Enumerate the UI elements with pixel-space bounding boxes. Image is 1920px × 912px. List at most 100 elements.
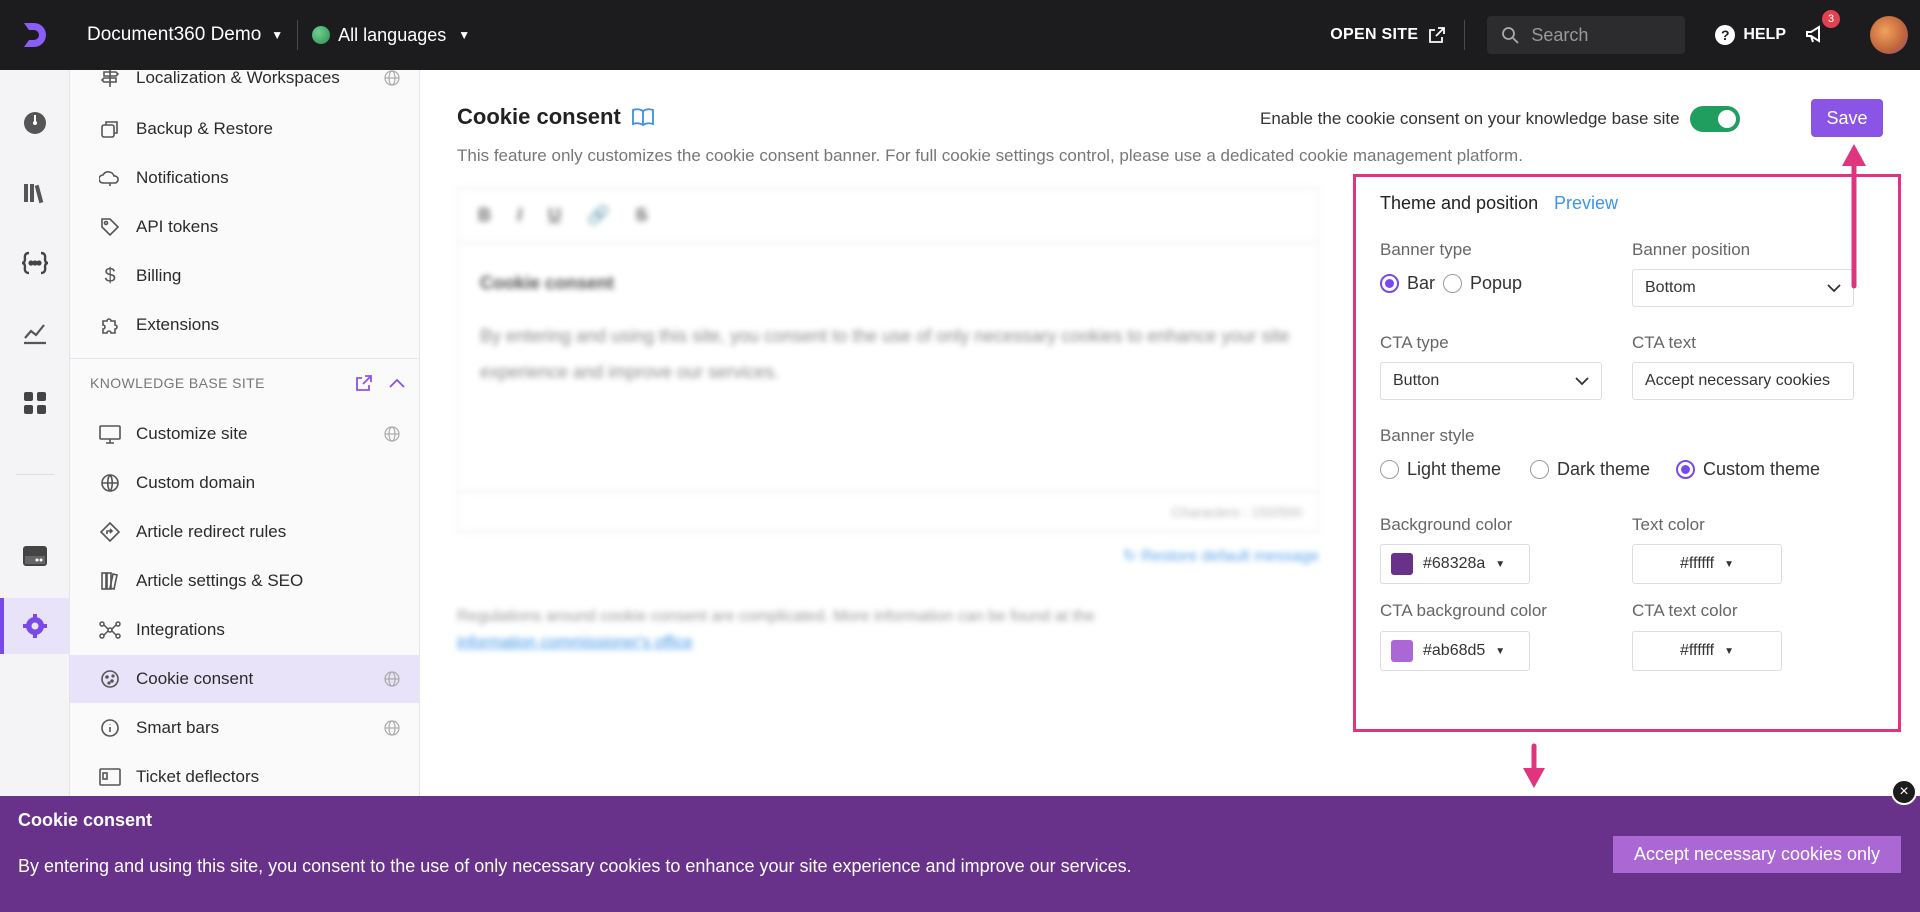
character-count: Characters : 150/500 xyxy=(457,492,1319,532)
background-color-label: Background color xyxy=(1380,515,1513,534)
sidebar-item-article-redirect-rules[interactable]: Article redirect rules xyxy=(70,508,419,556)
sidebar-item-cookie-consent[interactable]: Cookie consent xyxy=(70,655,419,703)
radio-dark-theme-control[interactable] xyxy=(1530,460,1549,479)
sidebar-item-extensions[interactable]: Extensions xyxy=(70,301,419,349)
enable-toggle[interactable] xyxy=(1689,106,1740,132)
cta-text-input[interactable]: Accept necessary cookies xyxy=(1632,362,1854,400)
radio-light-theme-control[interactable] xyxy=(1380,460,1399,479)
radio-custom-theme[interactable]: Custom theme xyxy=(1676,459,1820,480)
sidebar-item-label: Custom domain xyxy=(136,473,256,492)
page-subtitle: This feature only customizes the cookie … xyxy=(457,146,1523,165)
close-icon[interactable]: × xyxy=(1891,779,1917,805)
sidebar-item-custom-domain[interactable]: Custom domain xyxy=(70,459,419,507)
cta-bg-color-value: #ab68d5 xyxy=(1423,642,1486,659)
document360-logo-icon[interactable] xyxy=(0,0,70,70)
chevron-up-icon[interactable] xyxy=(389,378,405,388)
sidebar-item-billing[interactable]: $ Billing xyxy=(70,252,419,300)
help-icon: ? xyxy=(1715,25,1736,45)
regulations-text: Regulations around cookie consent are co… xyxy=(457,608,1095,625)
cta-type-select[interactable]: Button xyxy=(1380,362,1602,400)
restore-label: Restore default message xyxy=(1141,548,1319,565)
tab-preview[interactable]: Preview xyxy=(1554,193,1618,214)
sidebar-item-label: Cookie consent xyxy=(136,669,254,688)
cta-bg-color-swatch xyxy=(1391,640,1413,662)
language-globe-icon xyxy=(384,70,400,86)
radio-dark-theme-label: Dark theme xyxy=(1557,459,1651,479)
open-site-link[interactable]: OPEN SITE xyxy=(1330,26,1446,44)
cookie-consent-banner: Cookie consent By entering and using thi… xyxy=(0,779,1920,912)
chevron-down-icon xyxy=(1575,376,1589,385)
sidebar-item-api-tokens[interactable]: API tokens xyxy=(70,203,419,251)
help-button[interactable]: ? HELP xyxy=(1715,25,1786,45)
bold-button[interactable]: B xyxy=(478,205,491,226)
tab-theme-position[interactable]: Theme and position xyxy=(1380,193,1538,214)
radio-bar-label: Bar xyxy=(1407,273,1436,293)
sidebar-item-customize-site[interactable]: Customize site xyxy=(70,410,419,458)
rail-documentation[interactable] xyxy=(0,165,70,221)
puzzle-icon xyxy=(98,313,122,337)
banner-position-select[interactable]: Bottom xyxy=(1632,269,1854,307)
ico-link[interactable]: information commissioner's office xyxy=(457,634,693,651)
accept-cookies-button[interactable]: Accept necessary cookies only xyxy=(1613,836,1901,873)
background-color-picker[interactable]: #68328a ▼ xyxy=(1380,544,1530,584)
theme-position-panel: Theme and position Preview Banner type B… xyxy=(1353,174,1901,732)
monitor-icon xyxy=(98,422,122,446)
text-color-picker[interactable]: #ffffff ▼ xyxy=(1632,544,1782,584)
rail-api[interactable] xyxy=(0,235,70,291)
rail-drive[interactable] xyxy=(0,528,70,584)
sidebar-item-ticket-deflectors[interactable]: Ticket deflectors xyxy=(70,753,419,801)
external-link-icon xyxy=(1429,27,1446,43)
cta-bg-color-picker[interactable]: #ab68d5 ▼ xyxy=(1380,631,1530,671)
underline-button[interactable]: U xyxy=(548,205,561,226)
signpost-icon xyxy=(98,70,122,90)
search-box[interactable]: Search xyxy=(1487,16,1686,54)
radio-custom-theme-control[interactable] xyxy=(1676,460,1695,479)
rail-settings[interactable] xyxy=(0,598,70,654)
sidebar-item-label: Customize site xyxy=(136,424,248,443)
book-open-icon[interactable] xyxy=(631,107,655,127)
rail-widgets[interactable] xyxy=(0,375,70,431)
text-color-label: Text color xyxy=(1632,515,1705,534)
cta-bg-color-label: CTA background color xyxy=(1380,601,1547,620)
language-switcher[interactable]: All languages ▼ xyxy=(312,25,470,46)
sidebar-item-localization[interactable]: Localization & Workspaces xyxy=(70,70,419,102)
banner-text: By entering and using this site, you con… xyxy=(18,856,1132,876)
drive-icon xyxy=(23,546,47,566)
strikethrough-button[interactable]: S xyxy=(635,205,647,226)
cta-text-color-picker[interactable]: #ffffff ▼ xyxy=(1632,631,1782,671)
link-button[interactable]: 🔗 xyxy=(587,205,609,226)
banner-position-label: Banner position xyxy=(1632,240,1751,259)
rail-dashboard[interactable] xyxy=(0,95,70,151)
editor-body[interactable]: Cookie consent By entering and using thi… xyxy=(457,242,1319,492)
rail-analytics[interactable] xyxy=(0,305,70,361)
radio-light-theme[interactable]: Light theme xyxy=(1380,459,1501,480)
project-switcher[interactable]: Document360 Demo ▼ xyxy=(87,24,283,46)
sidebar-item-integrations[interactable]: Integrations xyxy=(70,606,419,654)
sidebar-item-article-settings-seo[interactable]: Article settings & SEO xyxy=(70,557,419,605)
radio-dark-theme[interactable]: Dark theme xyxy=(1530,459,1650,480)
consent-message-editor[interactable]: B I U 🔗 S Cookie consent By entering and… xyxy=(457,188,1319,565)
rail-divider xyxy=(16,474,54,475)
enable-cookie-consent: Enable the cookie consent on your knowle… xyxy=(1260,106,1740,132)
external-link-icon[interactable] xyxy=(355,374,373,392)
radio-bar[interactable]: Bar xyxy=(1380,273,1435,294)
announcements-button[interactable]: 3 xyxy=(1804,10,1840,48)
cookie-icon xyxy=(98,667,122,691)
save-button[interactable]: Save xyxy=(1811,99,1883,137)
radio-popup-control[interactable] xyxy=(1443,274,1462,293)
italic-button[interactable]: I xyxy=(517,205,522,226)
sidebar-item-notifications[interactable]: Notifications xyxy=(70,154,419,202)
restore-default-message-link[interactable]: ↻ Restore default message xyxy=(457,546,1319,566)
caret-down-icon: ▼ xyxy=(1495,645,1506,657)
backup-icon xyxy=(98,117,122,141)
search-input[interactable]: Search xyxy=(1531,25,1588,46)
sidebar-item-backup-restore[interactable]: Backup & Restore xyxy=(70,105,419,153)
sidebar-item-smart-bars[interactable]: Smart bars xyxy=(70,704,419,752)
avatar[interactable] xyxy=(1870,16,1908,54)
regulations-note: Regulations around cookie consent are co… xyxy=(457,604,1217,656)
radio-popup[interactable]: Popup xyxy=(1443,273,1522,294)
sidebar-item-label: Article redirect rules xyxy=(136,522,287,541)
caret-down-icon: ▼ xyxy=(458,28,471,42)
radio-bar-control[interactable] xyxy=(1380,274,1399,293)
sidebar-item-label: Notifications xyxy=(136,168,229,187)
